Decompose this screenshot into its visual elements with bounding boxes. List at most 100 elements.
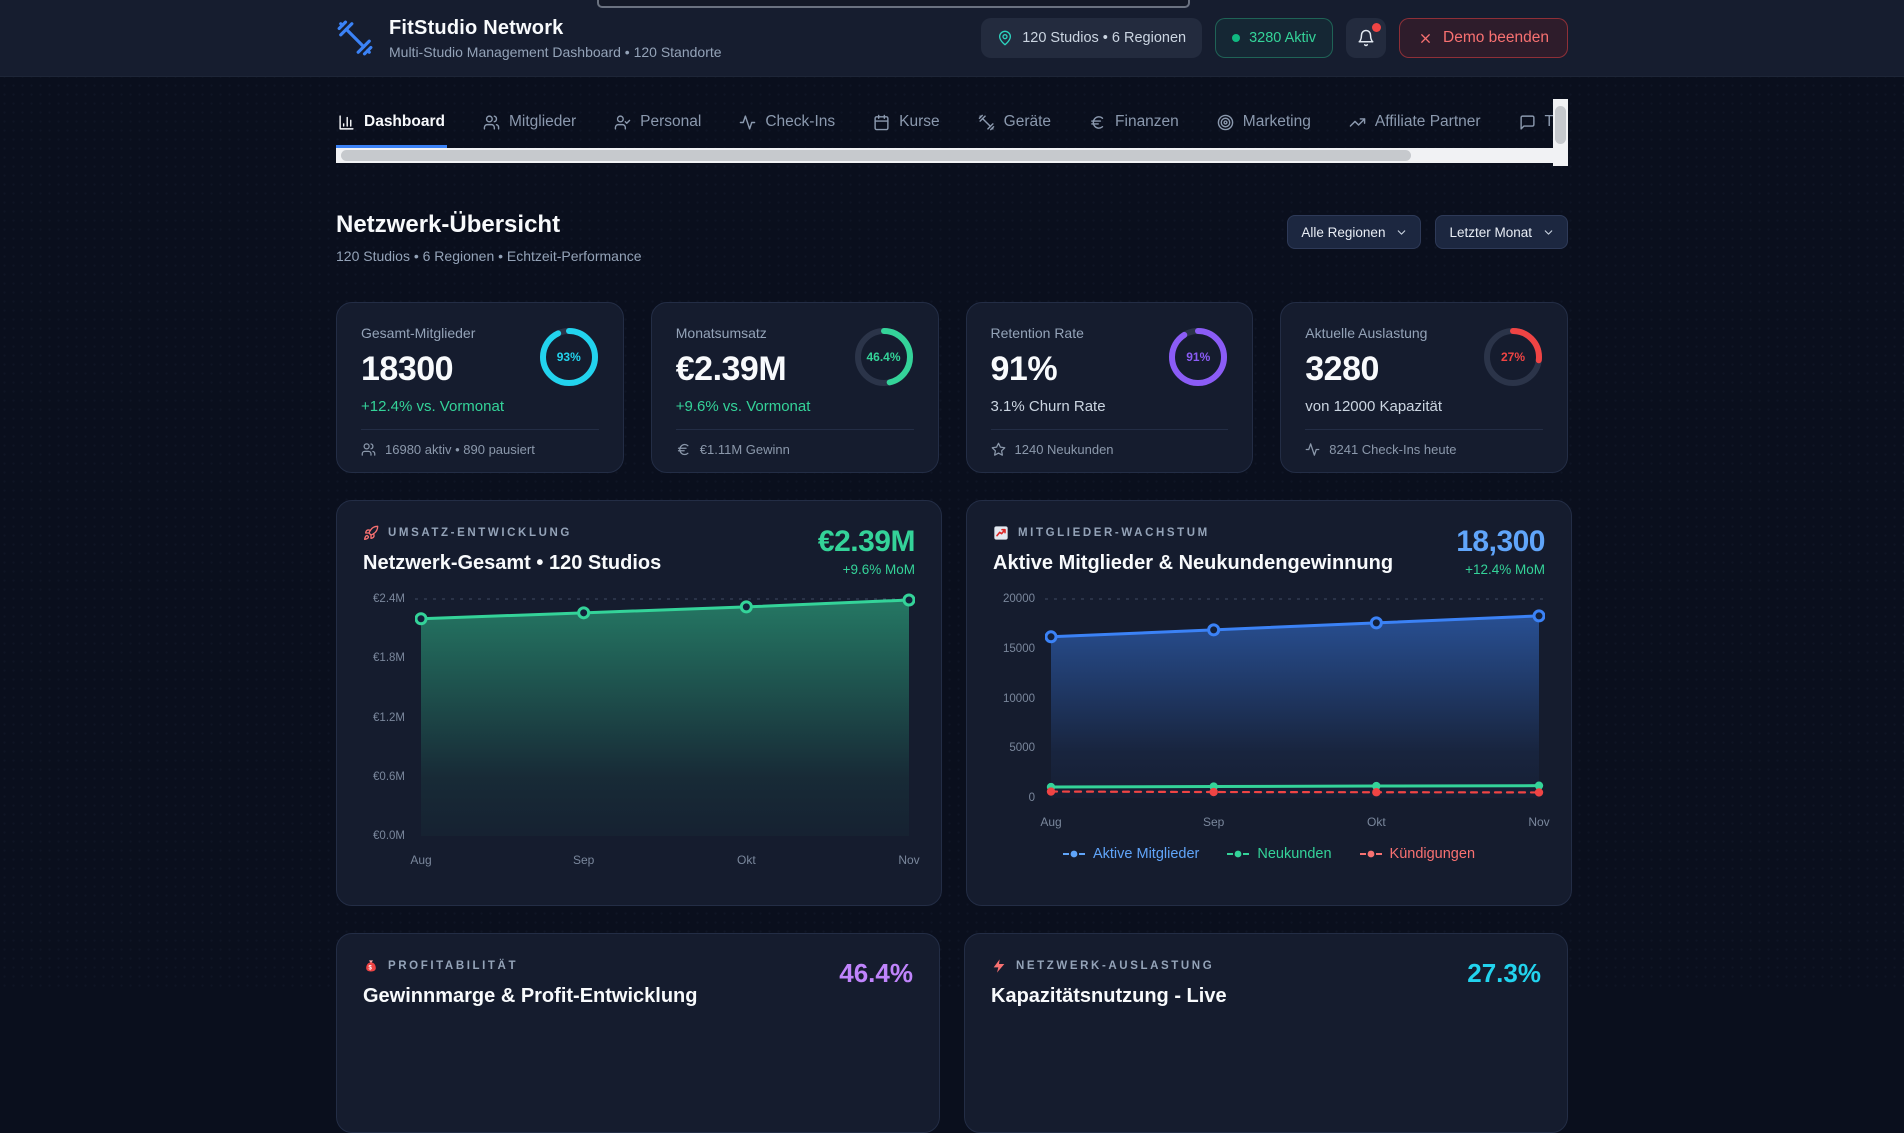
euro-icon — [1089, 114, 1106, 131]
tab-label: Finanzen — [1115, 113, 1179, 131]
revenue-chart-title: Netzwerk-Gesamt • 120 Studios — [363, 552, 661, 575]
tab-finanzen[interactable]: Finanzen — [1087, 103, 1181, 148]
legend-label: Aktive Mitglieder — [1093, 846, 1199, 862]
members-plot — [1045, 593, 1545, 812]
period-filter-select[interactable]: Letzter Monat — [1435, 215, 1568, 249]
users-icon — [361, 442, 376, 457]
tabs-horizontal-scrollbar — [336, 148, 1553, 163]
members-stat-value: 18,300 — [1456, 525, 1545, 559]
tab-label: Affiliate Partner — [1375, 113, 1481, 131]
legend-line-dot-icon — [1360, 849, 1382, 859]
y-tick-label: 0 — [1029, 792, 1035, 804]
y-tick-label: 15000 — [1003, 643, 1035, 655]
y-tick-label: €1.2M — [373, 712, 405, 724]
x-tick-label: Sep — [1203, 815, 1224, 829]
y-tick-label: €0.0M — [373, 830, 405, 842]
tab-label: Mitglieder — [509, 113, 576, 131]
region-filter-value: Alle Regionen — [1301, 225, 1385, 240]
legend-item-neukunden: Neukunden — [1227, 846, 1331, 862]
kpi-footer: 1240 Neukunden — [991, 429, 1229, 457]
revenue-plot — [415, 593, 915, 850]
tab-bar-wrap: Dashboard Mitglieder Personal Check-Ins Kurs… — [336, 103, 1568, 163]
tab-tickets[interactable]: Tickets — [1517, 103, 1553, 148]
tab-personal[interactable]: Personal — [612, 103, 703, 148]
tab-check-ins[interactable]: Check-Ins — [737, 103, 837, 148]
horizontal-scrollbar-thumb[interactable] — [341, 150, 1411, 161]
legend-label: Kündigungen — [1390, 846, 1475, 862]
revenue-chart-card: UMSATZ-ENTWICKLUNG Netzwerk-Gesamt • 120… — [336, 500, 942, 906]
y-tick-label: €2.4M — [373, 593, 405, 605]
y-tick-label: €1.8M — [373, 652, 405, 664]
tab-dashboard[interactable]: Dashboard — [336, 103, 447, 148]
tab-label: Kurse — [899, 113, 940, 131]
dumbbell-icon — [978, 114, 995, 131]
utilization-title: Kapazitätsnutzung - Live — [991, 985, 1227, 1008]
vertical-scrollbar-thumb[interactable] — [1555, 106, 1566, 144]
tab-kurse[interactable]: Kurse — [871, 103, 942, 148]
legend-line-dot-icon — [1227, 849, 1249, 859]
euro-icon — [676, 442, 691, 457]
region-filter-select[interactable]: Alle Regionen — [1287, 215, 1421, 249]
end-demo-button[interactable]: Demo beenden — [1399, 18, 1568, 58]
tab-marketing[interactable]: Marketing — [1215, 103, 1313, 148]
progress-ring: 91% — [1168, 327, 1228, 387]
app-subtitle: Multi-Studio Management Dashboard • 120 … — [389, 44, 722, 60]
y-tick-label: €0.6M — [373, 771, 405, 783]
trending-up-icon — [1349, 114, 1366, 131]
tab-label: Geräte — [1004, 113, 1051, 131]
studios-regions-label: 120 Studios • 6 Regionen — [1022, 30, 1186, 46]
kpi-footer: 8241 Check-Ins heute — [1305, 429, 1543, 457]
revenue-chart-eyebrow: UMSATZ-ENTWICKLUNG — [388, 527, 572, 539]
tab-mitglieder[interactable]: Mitglieder — [481, 103, 578, 148]
page-title: Netzwerk-Übersicht — [336, 211, 642, 239]
top-overlay-artifact — [597, 0, 1190, 8]
app-header: FitStudio Network Multi-Studio Managemen… — [0, 0, 1904, 77]
profitability-card: $ PROFITABILITÄT Gewinnmarge & Profit-En… — [336, 933, 940, 1133]
kpi-sub: 3.1% Churn Rate — [991, 398, 1229, 415]
members-stat-sub: +12.4% MoM — [1456, 562, 1545, 577]
kpi-footer: €1.11M Gewinn — [676, 429, 914, 457]
close-icon — [1418, 31, 1433, 46]
bell-icon — [1357, 29, 1375, 47]
y-tick-label: 20000 — [1003, 593, 1035, 605]
legend-item-aktive-mitglieder: Aktive Mitglieder — [1063, 846, 1199, 862]
x-tick-label: Nov — [1528, 815, 1549, 829]
progress-ring: 93% — [539, 327, 599, 387]
bar-chart-icon — [338, 114, 355, 131]
status-dot-icon — [1232, 34, 1240, 42]
tab-label: Tickets — [1545, 113, 1553, 131]
revenue-stat-value: €2.39M — [818, 525, 915, 559]
members-x-axis: AugSepOktNov — [1045, 815, 1545, 833]
chevron-down-icon — [1542, 226, 1555, 239]
dumbbell-logo-icon — [336, 19, 374, 57]
x-tick-label: Okt — [1367, 815, 1386, 829]
target-icon — [1217, 114, 1234, 131]
progress-ring-label: 93% — [539, 327, 599, 387]
notifications-button[interactable] — [1346, 18, 1386, 58]
members-chart-title: Aktive Mitglieder & Neukundengewinnung — [993, 552, 1393, 575]
y-tick-label: 10000 — [1003, 693, 1035, 705]
tab-bar: Dashboard Mitglieder Personal Check-Ins Kurs… — [336, 103, 1553, 148]
star-icon — [991, 442, 1006, 457]
chart-up-icon — [993, 525, 1009, 541]
legend-label: Neukunden — [1257, 846, 1331, 862]
revenue-y-axis: €2.4M €1.8M €1.2M €0.6M €0.0M — [363, 593, 415, 845]
kpi-card-aktuelle-auslastung: Aktuelle Auslastung3280von 12000 Kapazit… — [1280, 302, 1568, 473]
progress-ring: 46.4% — [854, 327, 914, 387]
kpi-sub: +12.4% vs. Vormonat — [361, 398, 599, 415]
tab-geräte[interactable]: Geräte — [976, 103, 1053, 148]
members-chart-svg — [1045, 593, 1545, 807]
kpi-card-gesamt-mitglieder: Gesamt-Mitglieder18300+12.4% vs. Vormona… — [336, 302, 624, 473]
kpi-card-monatsumsatz: Monatsumsatz€2.39M+9.6% vs. Vormonat€1.1… — [651, 302, 939, 473]
tab-label: Personal — [640, 113, 701, 131]
tab-affiliate-partner[interactable]: Affiliate Partner — [1347, 103, 1483, 148]
users-icon — [483, 114, 500, 131]
progress-ring: 27% — [1483, 327, 1543, 387]
kpi-footer-text: €1.11M Gewinn — [700, 442, 790, 457]
tab-label: Check-Ins — [765, 113, 835, 131]
app-title: FitStudio Network — [389, 17, 722, 40]
activity-icon — [739, 114, 756, 131]
tab-label: Marketing — [1243, 113, 1311, 131]
rocket-icon — [363, 525, 379, 541]
y-tick-label: 5000 — [1009, 742, 1035, 754]
